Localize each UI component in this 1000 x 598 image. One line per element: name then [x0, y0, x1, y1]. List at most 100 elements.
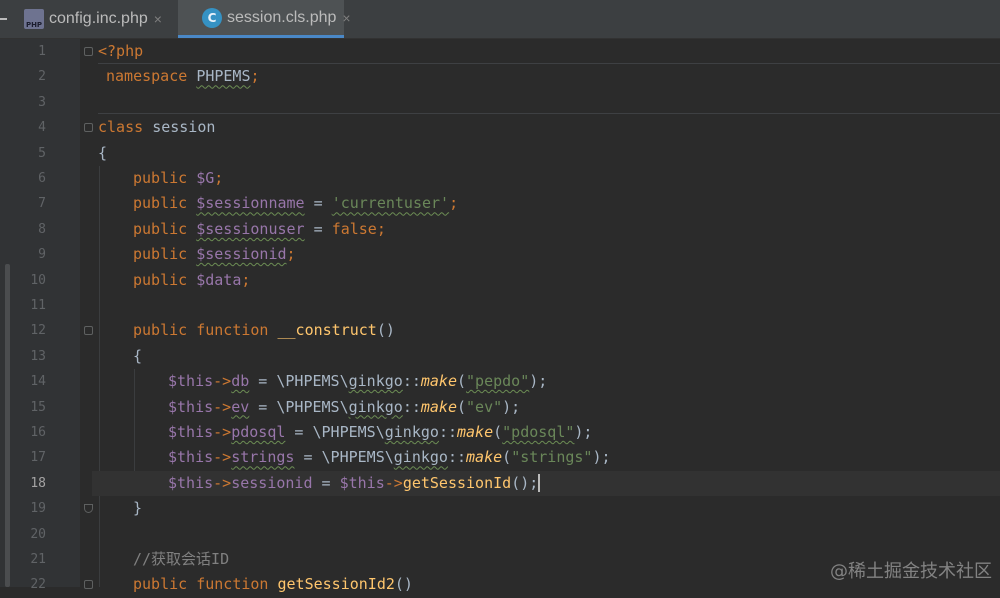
code-line[interactable]: {	[133, 344, 1000, 369]
method-separator	[98, 113, 1000, 114]
code-line[interactable]: public $sessionuser = false;	[133, 217, 1000, 242]
line-number: 10	[30, 272, 46, 288]
code-line[interactable]: public $sessionid;	[133, 242, 1000, 267]
arrow: ->	[213, 423, 232, 441]
php-file-icon: PHP	[24, 9, 44, 29]
code-line[interactable]: public $data;	[133, 268, 1000, 293]
property-name: $data	[196, 270, 242, 289]
line-number: 13	[30, 348, 46, 364]
semicolon: ;	[241, 270, 251, 289]
property-name: pdosql	[231, 423, 286, 441]
line-number: 3	[38, 94, 46, 110]
brace: }	[133, 499, 143, 518]
keyword: class	[98, 118, 144, 137]
close-icon[interactable]: ×	[154, 11, 162, 27]
code-line[interactable]: $this->ev = \PHPEMS\ginkgo::make("ev");	[168, 395, 1000, 420]
code-line[interactable]: class session	[98, 115, 1000, 140]
code-line-current[interactable]: $this->sessionid = $this->getSessionId()…	[92, 470, 1000, 497]
arrow: ->	[213, 397, 232, 416]
code-line[interactable]: }	[133, 496, 1000, 521]
paren: );	[502, 397, 521, 416]
static-method: make	[420, 372, 457, 391]
parens: ()	[394, 575, 413, 594]
this-var: $this	[168, 473, 214, 492]
code-line[interactable]: namespace PHPEMS;	[106, 64, 1000, 89]
paren: );	[529, 372, 548, 391]
code-line[interactable]: $this->db = \PHPEMS\ginkgo::make("pepdo"…	[168, 369, 1000, 394]
fold-marker-icon[interactable]	[84, 123, 93, 132]
operator: =	[312, 473, 340, 492]
this-var: $this	[168, 397, 214, 416]
keyword: public	[133, 575, 188, 594]
fold-marker-icon[interactable]	[84, 580, 93, 589]
semicolon: ;	[376, 219, 386, 238]
line-number: 6	[38, 171, 46, 186]
this-var: $this	[339, 473, 385, 492]
line-number: 8	[38, 221, 46, 237]
line-number: 4	[38, 120, 46, 136]
line-number: 5	[38, 145, 46, 161]
double-colon: ::	[402, 397, 421, 416]
text-caret	[538, 474, 541, 493]
line-number: 19	[30, 501, 46, 517]
structure-scroll-indicator[interactable]	[5, 264, 10, 587]
semicolon: ;	[214, 169, 224, 187]
code-editor[interactable]: 1 2 3 4 5 6 7 8 9 10 11 12 13 14 15 16 1…	[0, 39, 1000, 593]
class-ref: ginkgo	[384, 423, 439, 441]
line-number: 1	[38, 44, 46, 59]
line-number: 17	[30, 450, 46, 466]
keyword: function	[196, 321, 269, 340]
fold-marker-icon[interactable]	[84, 326, 93, 335]
function-name: getSessionId2	[277, 575, 395, 594]
line-number: 16	[30, 425, 46, 440]
keyword: public	[133, 219, 188, 238]
code-line[interactable]: <?php	[98, 39, 1000, 64]
class-ref: ginkgo	[348, 397, 403, 416]
property-name: $sessionname	[196, 194, 305, 213]
paren: );	[574, 423, 593, 441]
boolean-literal: false	[331, 219, 377, 238]
property-name: $sessionid	[196, 245, 287, 264]
namespace-name: PHPEMS	[196, 67, 251, 86]
parens: ();	[511, 473, 539, 492]
code-line[interactable]: public function __construct()	[133, 318, 1000, 343]
line-number: 2	[38, 69, 46, 85]
class-file-icon: C	[202, 7, 222, 28]
double-colon: ::	[447, 448, 467, 467]
tool-window-strip	[0, 39, 14, 587]
semicolon: ;	[286, 245, 296, 264]
this-var: $this	[168, 423, 214, 441]
line-number: 12	[30, 323, 46, 339]
static-method: make	[420, 397, 457, 416]
code-line[interactable]: $this->strings = \PHPEMS\ginkgo::make("s…	[168, 445, 1000, 470]
line-number: 14	[30, 374, 46, 390]
string-literal: "strings"	[511, 448, 593, 467]
string-literal: 'currentuser'	[331, 194, 450, 213]
paren: (	[457, 397, 467, 416]
line-number: 11	[30, 298, 46, 313]
operator: = \PHPEMS\	[249, 372, 349, 391]
code-line[interactable]: public $G;	[133, 166, 1000, 191]
arrow: ->	[384, 473, 403, 492]
fold-marker-icon[interactable]	[84, 47, 93, 56]
editor-tab-bar: PHP config.inc.php × C session.cls.php ×	[0, 0, 1000, 39]
double-colon: ::	[402, 372, 421, 391]
code-line[interactable]: {	[98, 141, 1000, 166]
fold-end-marker-icon[interactable]	[84, 504, 93, 513]
keyword: namespace	[106, 67, 188, 86]
arrow: ->	[213, 473, 232, 492]
tab-config-inc-php[interactable]: PHP config.inc.php ×	[0, 0, 178, 38]
keyword: public	[133, 169, 188, 187]
paren: (	[502, 448, 512, 467]
semicolon: ;	[449, 194, 459, 213]
close-icon[interactable]: ×	[342, 10, 350, 26]
code-line[interactable]: public $sessionname = 'currentuser';	[133, 191, 1000, 216]
class-ref: ginkgo	[393, 448, 448, 467]
tab-session-cls-php[interactable]: C session.cls.php ×	[178, 0, 351, 38]
comment: //获取会话ID	[133, 550, 230, 568]
function-name: __construct	[277, 321, 377, 340]
operator: = \PHPEMS\	[294, 448, 394, 467]
line-number: 15	[30, 399, 46, 415]
code-line[interactable]: $this->pdosql = \PHPEMS\ginkgo::make("pd…	[168, 420, 1000, 445]
tab-label: config.inc.php	[49, 10, 148, 27]
